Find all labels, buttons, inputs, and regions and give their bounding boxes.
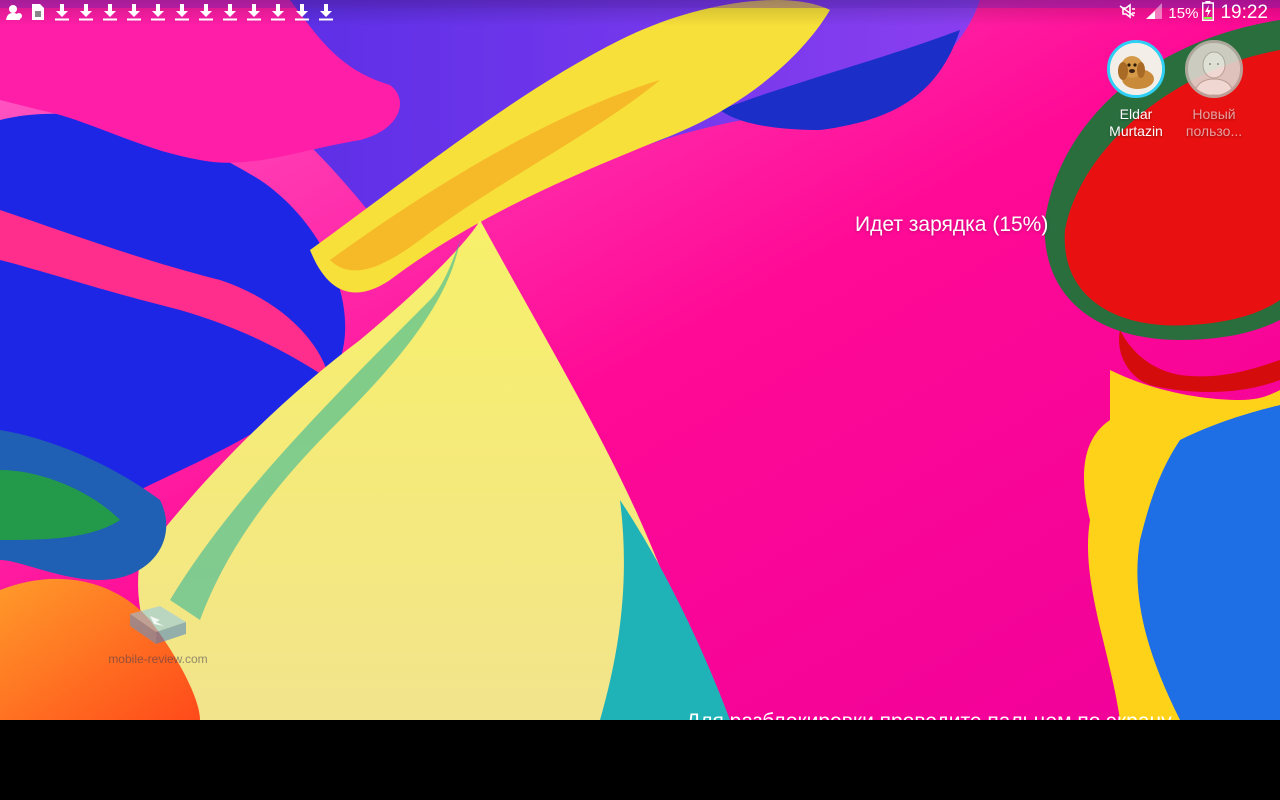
- user-new-user[interactable]: Новый пользо...: [1174, 40, 1254, 140]
- default-user-icon: [1185, 40, 1243, 98]
- download-icon: [294, 3, 310, 21]
- download-icon: [174, 3, 190, 21]
- download-icon: [78, 3, 94, 21]
- download-icon: [102, 3, 118, 21]
- sim-card-icon: [30, 3, 46, 21]
- notification-icons: [6, 3, 342, 23]
- download-icon: [270, 3, 286, 21]
- user-name: Eldar Murtazin: [1109, 106, 1163, 139]
- person-icon: [6, 3, 22, 21]
- dog-avatar-icon: [1107, 40, 1165, 98]
- charging-status: Идет зарядка (15%): [855, 213, 1049, 236]
- download-icon: [150, 3, 166, 21]
- unlock-hint: Для разблокировки проведите пальцем по э…: [686, 710, 1246, 720]
- bottom-black-bar: [0, 720, 1280, 800]
- user-eldar-murtazin[interactable]: Eldar Murtazin: [1096, 40, 1176, 140]
- status-clock: 19:22: [1220, 2, 1268, 23]
- download-icon: [54, 3, 70, 21]
- user-name: Новый пользо...: [1185, 106, 1243, 139]
- watermark-logo-icon: [130, 606, 186, 644]
- system-status: 15% 19:22: [1109, 1, 1268, 25]
- signal-icon: [1145, 2, 1163, 24]
- download-icon: [198, 3, 214, 21]
- watermark-text: mobile-review.com: [108, 652, 208, 666]
- battery-charging-icon: [1202, 1, 1215, 25]
- download-icon: [126, 3, 142, 21]
- mute-icon: [1117, 2, 1137, 24]
- status-bar[interactable]: 15% 19:22: [0, 0, 1280, 26]
- download-icon: [222, 3, 238, 21]
- lock-screen[interactable]: 15% 19:22 Eldar Murtazin Новый пользо...…: [0, 0, 1280, 720]
- download-icon: [246, 3, 262, 21]
- download-icon: [318, 3, 334, 21]
- watermark: mobile-review.com: [98, 604, 218, 674]
- battery-percent: 15%: [1168, 4, 1199, 22]
